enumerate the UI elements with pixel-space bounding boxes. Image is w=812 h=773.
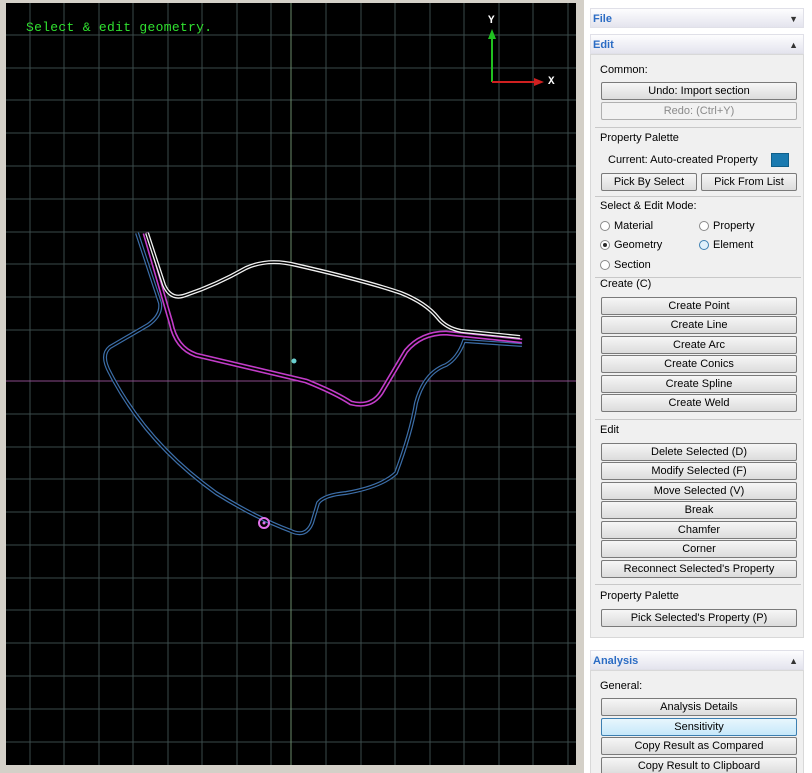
create-line-button[interactable]: Create Line xyxy=(601,316,797,334)
property-color-swatch xyxy=(771,153,789,167)
sensitivity-button[interactable]: Sensitivity xyxy=(601,718,797,736)
current-property-text: Current: Auto-created Property xyxy=(608,154,758,166)
create-label: Create (C) xyxy=(600,278,652,290)
edit-section-title: Edit xyxy=(593,39,614,51)
pick-selected-property-button[interactable]: Pick Selected's Property (P) xyxy=(601,609,797,627)
radio-icon xyxy=(600,260,610,270)
viewport-area: Select & edit geometry. Y X xyxy=(0,0,578,773)
edit-section-body: Common: Undo: Import section Redo: (Ctrl… xyxy=(590,54,804,638)
x-axis-label: X xyxy=(548,76,555,88)
redo-button: Redo: (Ctrl+Y) xyxy=(601,102,797,120)
create-weld-button[interactable]: Create Weld xyxy=(601,394,797,412)
copy-result-compared-button[interactable]: Copy Result as Compared xyxy=(601,737,797,755)
analysis-section-header[interactable]: Analysis ▲ xyxy=(590,650,804,670)
file-section-header[interactable]: File ▼ xyxy=(590,8,804,28)
pick-by-select-button[interactable]: Pick By Select xyxy=(601,173,697,191)
radio-selected-icon xyxy=(600,240,610,250)
modify-selected-button[interactable]: Modify Selected (F) xyxy=(601,462,797,480)
select-edit-mode-label: Select & Edit Mode: xyxy=(600,200,697,212)
analysis-section-body: General: Analysis Details Sensitivity Co… xyxy=(590,670,804,773)
mode-radio-label: Property xyxy=(713,220,755,232)
pick-from-list-button[interactable]: Pick From List xyxy=(701,173,797,191)
copy-result-clipboard-button[interactable]: Copy Result to Clipboard xyxy=(601,757,797,773)
delete-selected-button[interactable]: Delete Selected (D) xyxy=(601,443,797,461)
break-button[interactable]: Break xyxy=(601,501,797,519)
divider xyxy=(595,419,801,420)
create-conics-button[interactable]: Create Conics xyxy=(601,355,797,373)
mode-radio-label: Geometry xyxy=(614,239,663,251)
geometry-canvas[interactable]: Select & edit geometry. Y X xyxy=(6,3,576,765)
mode-radio-section[interactable]: Section xyxy=(600,259,651,272)
mode-radio-element[interactable]: Element xyxy=(699,239,753,252)
radio-icon xyxy=(600,221,610,231)
geometry-drawing[interactable] xyxy=(6,3,576,765)
mode-radio-property[interactable]: Property xyxy=(699,220,755,233)
mode-radio-label: Element xyxy=(713,239,754,251)
mode-radio-material[interactable]: Material xyxy=(600,220,653,233)
create-point-button[interactable]: Create Point xyxy=(601,297,797,315)
centroid-marker xyxy=(291,358,297,364)
radio-icon xyxy=(699,240,709,250)
general-label: General: xyxy=(600,680,643,692)
divider xyxy=(595,584,801,585)
reconnect-property-button[interactable]: Reconnect Selected's Property xyxy=(601,560,797,578)
divider xyxy=(595,127,801,128)
analysis-details-button[interactable]: Analysis Details xyxy=(601,698,797,716)
create-spline-button[interactable]: Create Spline xyxy=(601,375,797,393)
common-label: Common: xyxy=(600,64,648,76)
analysis-section-title: Analysis xyxy=(593,655,639,667)
file-section-title: File xyxy=(593,13,612,25)
divider xyxy=(595,196,801,197)
chevron-up-icon: ▲ xyxy=(789,656,798,666)
chamfer-button[interactable]: Chamfer xyxy=(601,521,797,539)
edit-section-header[interactable]: Edit ▲ xyxy=(590,34,804,54)
chevron-up-icon: ▲ xyxy=(789,40,798,50)
mode-radio-label: Material xyxy=(614,220,654,232)
move-selected-button[interactable]: Move Selected (V) xyxy=(601,482,797,500)
corner-button[interactable]: Corner xyxy=(601,540,797,558)
create-arc-button[interactable]: Create Arc xyxy=(601,336,797,354)
mode-radio-geometry[interactable]: Geometry xyxy=(600,239,662,252)
chevron-down-icon: ▼ xyxy=(789,14,798,24)
status-message: Select & edit geometry. xyxy=(26,20,213,35)
undo-button[interactable]: Undo: Import section xyxy=(601,82,797,100)
property-palette-2-label: Property Palette xyxy=(600,590,679,602)
mode-radio-label: Section xyxy=(614,259,651,271)
radio-icon xyxy=(699,221,709,231)
side-panel: File ▼ Edit ▲ Common: Undo: Import secti… xyxy=(584,0,812,773)
property-palette-label: Property Palette xyxy=(600,132,679,144)
y-axis-label: Y xyxy=(488,15,495,27)
edit-group-label: Edit xyxy=(600,424,619,436)
